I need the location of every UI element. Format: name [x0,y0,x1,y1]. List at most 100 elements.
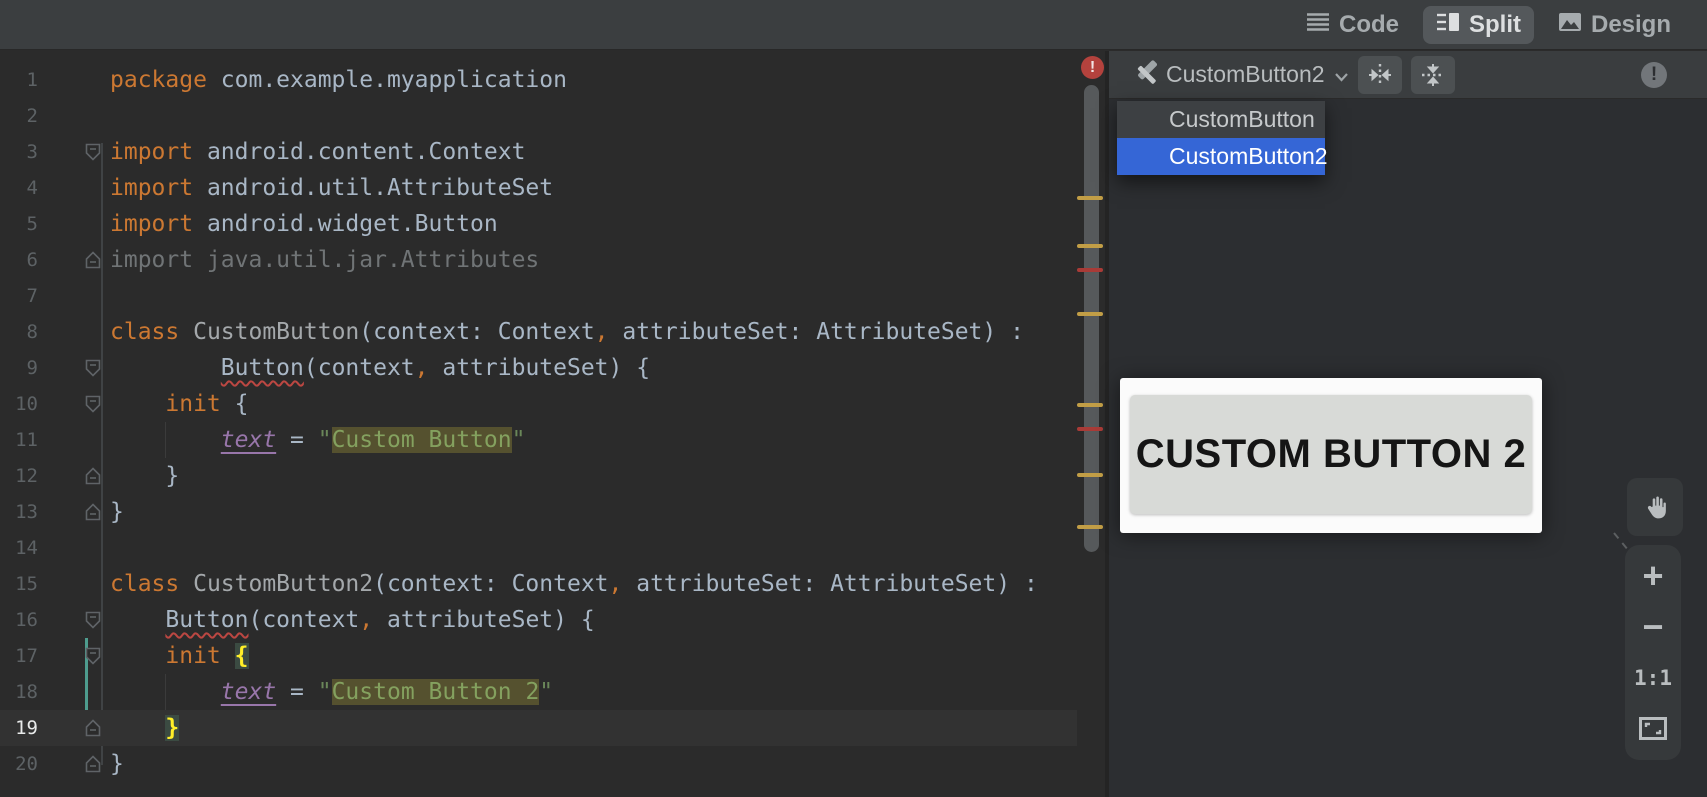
code-line[interactable]: 7 [0,278,1077,314]
code-text: import android.util.AttributeSet [110,170,553,206]
code-area[interactable]: 1 package com.example.myapplication 23 impo… [0,51,1077,782]
tab-design[interactable]: Design [1558,11,1671,39]
code-text: Button(context, attributeSet) { [110,602,595,638]
code-line[interactable]: 19 } [0,710,1077,746]
code-text: import android.content.Context [110,134,525,170]
stripe-warning-mark[interactable] [1077,196,1103,200]
code-line[interactable]: 17 init { [0,638,1077,674]
code-line[interactable]: 3 import android.content.Context [0,134,1077,170]
fold-gutter [38,530,110,566]
line-number[interactable]: 1 [0,62,38,98]
zoom-to-fit-button[interactable] [1625,707,1681,751]
code-line[interactable]: 12 } [0,458,1077,494]
fold-marker[interactable] [38,602,110,638]
fold-marker[interactable] [38,494,110,530]
line-number[interactable]: 12 [0,458,38,494]
code-line[interactable]: 5 import android.widget.Button [0,206,1077,242]
code-line[interactable]: 10 init { [0,386,1077,422]
code-text: import java.util.jar.Attributes [110,242,539,278]
tab-code[interactable]: Code [1306,11,1399,39]
code-line[interactable]: 11 text = "Custom Button" [0,422,1077,458]
code-line[interactable]: 4 import android.util.AttributeSet [0,170,1077,206]
zoom-actual-size-button[interactable]: 1:1 [1625,656,1681,700]
split-view-icon [1436,11,1460,39]
fold-gutter [38,674,110,710]
line-number[interactable]: 15 [0,566,38,602]
line-number[interactable]: 14 [0,530,38,566]
line-number[interactable]: 9 [0,350,38,386]
preview-canvas: CUSTOM BUTTON 2 [1120,378,1542,533]
line-number[interactable]: 17 [0,638,38,674]
code-text: class CustomButton(context: Context, att… [110,314,1024,350]
zoom-in-button[interactable]: + [1625,554,1681,598]
line-number[interactable]: 18 [0,674,38,710]
line-number[interactable]: 5 [0,206,38,242]
code-text: init { [110,638,249,674]
fold-gutter [38,566,110,602]
dropdown-item[interactable]: CustomButton2 [1117,138,1325,175]
code-line[interactable]: 2 [0,98,1077,134]
editor-mode-bar: Code Split Design [0,0,1707,50]
preview-class-dropdown: CustomButtonCustomButton2 [1117,101,1325,175]
code-text: import android.widget.Button [110,206,498,242]
fold-gutter [38,206,110,242]
code-line[interactable]: 20} [0,746,1077,782]
fold-marker[interactable] [38,350,110,386]
code-line[interactable]: 16 Button(context, attributeSet) { [0,602,1077,638]
line-number[interactable]: 6 [0,242,38,278]
dropdown-item[interactable]: CustomButton [1117,101,1325,138]
code-line[interactable]: 8 class CustomButton(context: Context, at… [0,314,1077,350]
code-line[interactable]: 9 Button(context, attributeSet) { [0,350,1077,386]
stripe-error-mark[interactable] [1077,427,1103,431]
stripe-warning-mark[interactable] [1077,525,1103,529]
fold-marker[interactable] [38,242,110,278]
line-number[interactable]: 7 [0,278,38,314]
code-line[interactable]: 6 import java.util.jar.Attributes [0,242,1077,278]
code-text: package com.example.myapplication [110,62,567,98]
line-number[interactable]: 19 [0,710,38,746]
stripe-warning-mark[interactable] [1077,244,1103,248]
scrollbar-thumb[interactable] [1084,85,1099,552]
fold-marker[interactable] [38,134,110,170]
line-number[interactable]: 16 [0,602,38,638]
stripe-warning-mark[interactable] [1077,473,1103,477]
tab-split[interactable]: Split [1423,6,1534,44]
zoom-out-button[interactable]: − [1625,605,1681,649]
code-lines-icon [1306,11,1330,39]
stripe-warning-mark[interactable] [1077,312,1103,316]
code-line[interactable]: 14 [0,530,1077,566]
inspections-error-badge[interactable]: ! [1081,56,1104,79]
line-number[interactable]: 8 [0,314,38,350]
line-number[interactable]: 3 [0,134,38,170]
line-number[interactable]: 10 [0,386,38,422]
fold-marker[interactable] [38,386,110,422]
line-number[interactable]: 4 [0,170,38,206]
code-line[interactable]: 13} [0,494,1077,530]
line-number[interactable]: 13 [0,494,38,530]
code-line[interactable]: 18 text = "Custom Button 2" [0,674,1077,710]
tab-design-label: Design [1591,11,1671,39]
code-editor[interactable]: 1 package com.example.myapplication 23 impo… [0,51,1105,797]
line-number[interactable]: 2 [0,98,38,134]
tab-split-label: Split [1469,11,1521,39]
code-text: class CustomButton2(context: Context, at… [110,566,1038,602]
stripe-warning-mark[interactable] [1077,403,1103,407]
stripe-error-mark[interactable] [1077,268,1103,272]
previewed-custom-button[interactable]: CUSTOM BUTTON 2 [1130,395,1532,514]
tab-code-label: Code [1339,11,1399,39]
pan-tool-button[interactable] [1627,478,1683,536]
image-icon [1558,11,1582,39]
code-text: } [110,458,179,494]
code-line[interactable]: 15 class CustomButton2(context: Context, … [0,566,1077,602]
code-text: } [110,494,124,530]
fold-gutter [38,62,110,98]
line-number[interactable]: 11 [0,422,38,458]
fold-gutter [38,422,110,458]
fold-marker[interactable] [38,710,110,746]
fold-marker[interactable] [38,746,110,782]
fold-marker[interactable] [38,458,110,494]
line-number[interactable]: 20 [0,746,38,782]
fold-gutter [38,278,110,314]
code-line[interactable]: 1 package com.example.myapplication [0,62,1077,98]
fold-marker[interactable] [38,638,110,674]
